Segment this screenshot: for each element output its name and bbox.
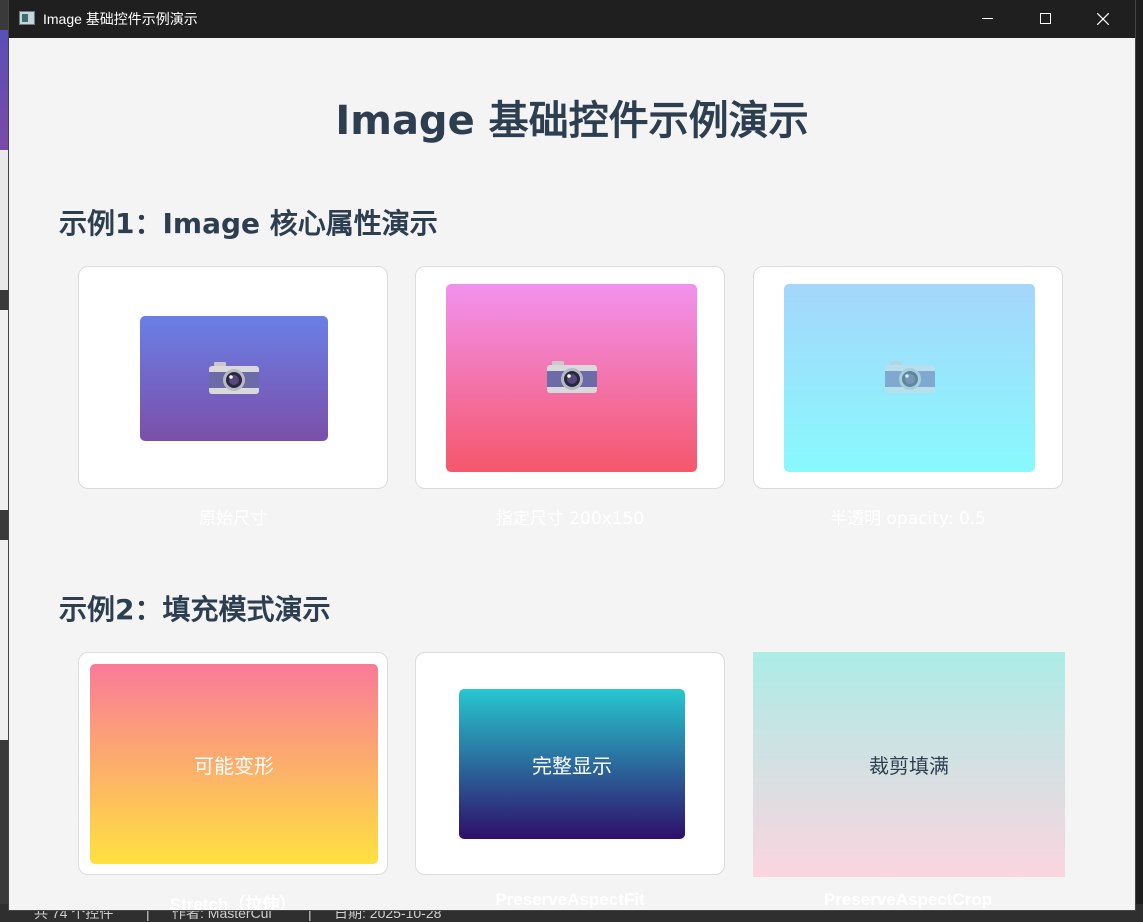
- close-button[interactable]: [1074, 0, 1132, 38]
- image-preserve-fit: 完整显示: [459, 689, 685, 839]
- camera-icon: [209, 361, 259, 394]
- maximize-button[interactable]: [1016, 0, 1074, 38]
- caption-original-size: 原始尺寸: [199, 509, 267, 529]
- section-title-properties: 示例1：Image 核心属性演示: [59, 207, 438, 240]
- image-card-original-size: [78, 266, 388, 489]
- title-bar[interactable]: Image 基础控件示例演示: [9, 0, 1135, 38]
- camera-icon: [546, 361, 597, 393]
- window-title: Image 基础控件示例演示: [43, 11, 198, 27]
- caption-preserve-fit: PreserveAspectFit: [495, 890, 645, 909]
- image-label-stretch: 可能变形: [194, 753, 274, 778]
- image-card-stretch: 可能变形: [78, 652, 388, 875]
- image-card-preserve-fit: 完整显示: [415, 652, 725, 875]
- image-fixed-size: [446, 284, 697, 472]
- background-app-edge-right: [1134, 0, 1143, 922]
- minimize-button[interactable]: [958, 0, 1016, 38]
- caption-opacity: 半透明 opacity: 0.5: [830, 509, 986, 529]
- caption-stretch: Stretch（拉伸）: [169, 895, 297, 910]
- app-window: Image 基础控件示例演示 Image 基础控件示例演示 示例1：Image …: [9, 0, 1135, 910]
- image-card-opacity: [753, 266, 1063, 489]
- page-title: Image 基础控件示例演示: [335, 98, 809, 144]
- app-icon: [19, 11, 35, 25]
- close-icon: [1097, 13, 1109, 25]
- caption-fixed-size: 指定尺寸 200x150: [495, 509, 645, 529]
- section-title-fill-mode: 示例2：填充模式演示: [59, 593, 331, 626]
- image-label-preserve-crop: 裁剪填满: [869, 754, 949, 778]
- image-stretch: 可能变形: [90, 664, 378, 864]
- image-original-size: [140, 316, 328, 441]
- image-label-preserve-fit: 完整显示: [532, 753, 612, 778]
- image-half-opacity: [784, 284, 1035, 472]
- image-card-fixed-size: [415, 266, 725, 489]
- camera-icon: [884, 361, 935, 393]
- image-preserve-crop: 裁剪填满: [753, 652, 1065, 877]
- caption-preserve-crop: PreserveAspectCrop: [823, 890, 993, 909]
